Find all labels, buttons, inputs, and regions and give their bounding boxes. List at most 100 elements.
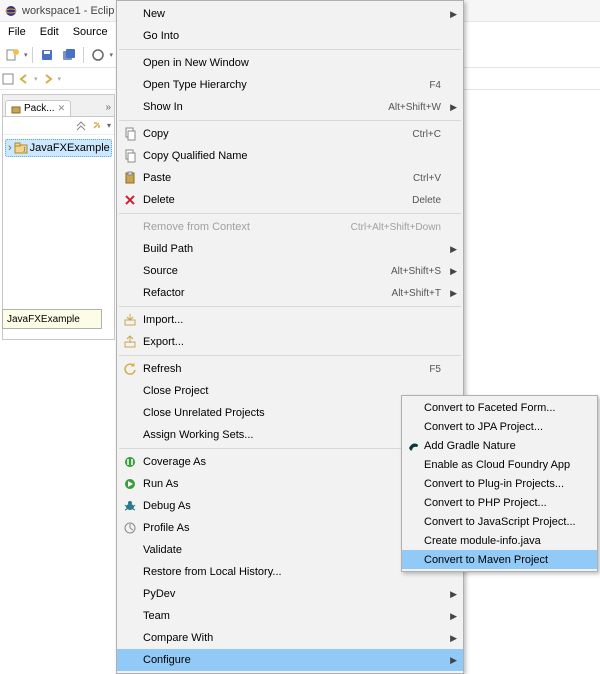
menu-item-label: Paste — [143, 172, 413, 184]
menu-item[interactable]: Copy Qualified Name — [117, 145, 463, 167]
menu-item[interactable]: Show InAlt+Shift+W▶ — [117, 96, 463, 118]
status-tooltip-text: JavaFXExample — [7, 314, 80, 325]
expander-icon[interactable]: › — [8, 142, 12, 154]
project-tree[interactable]: › J JavaFXExample — [3, 135, 114, 161]
menu-item[interactable]: New▶ — [117, 3, 463, 25]
submenu-item-label: Convert to Maven Project — [424, 554, 583, 566]
menu-edit[interactable]: Edit — [34, 24, 65, 40]
menu-item-label: Refactor — [143, 287, 392, 299]
collapse-all-icon[interactable] — [75, 120, 87, 132]
menu-item-shortcut: Alt+Shift+W — [388, 102, 441, 113]
menu-item[interactable]: Go Into — [117, 25, 463, 47]
blank-icon — [119, 3, 141, 25]
submenu-item[interactable]: Convert to PHP Project... — [402, 493, 597, 512]
import-icon — [119, 309, 141, 331]
menu-item[interactable]: Export... — [117, 331, 463, 353]
menu-item[interactable]: RefreshF5 — [117, 358, 463, 380]
close-tab-icon[interactable]: ✕ — [58, 103, 66, 114]
submenu-item[interactable]: Convert to Faceted Form... — [402, 398, 597, 417]
blank-icon — [119, 282, 141, 304]
menu-item[interactable]: SourceAlt+Shift+S▶ — [117, 260, 463, 282]
back-button[interactable] — [18, 73, 30, 85]
submenu-item-label: Convert to JavaScript Project... — [424, 516, 583, 528]
save-all-button[interactable] — [59, 45, 79, 65]
run-icon — [119, 473, 141, 495]
blank-icon — [119, 260, 141, 282]
status-tooltip: JavaFXExample — [2, 309, 102, 329]
submenu-item-label: Convert to Faceted Form... — [424, 402, 583, 414]
menu-item-shortcut: F4 — [429, 80, 441, 91]
new-button[interactable] — [2, 45, 22, 65]
menu-file[interactable]: File — [2, 24, 32, 40]
copy-icon — [119, 123, 141, 145]
package-explorer-view: Pack... ✕ » ▾ › J JavaFXExample — [2, 94, 115, 340]
menu-item[interactable]: Import... — [117, 309, 463, 331]
submenu-arrow-icon: ▶ — [450, 633, 457, 644]
view-menu-icon[interactable]: ▾ — [107, 121, 111, 130]
submenu-arrow-icon: ▶ — [450, 266, 457, 277]
switch-button[interactable] — [88, 45, 108, 65]
project-node[interactable]: › J JavaFXExample — [5, 139, 112, 157]
menu-item[interactable]: Configure▶ — [117, 649, 463, 671]
menu-source[interactable]: Source — [67, 24, 114, 40]
forward-button[interactable] — [42, 73, 54, 85]
menu-item-label: Debug As — [143, 500, 441, 512]
blank-icon — [119, 424, 141, 446]
menu-item-label: Restore from Local History... — [143, 566, 441, 578]
java-project-icon: J — [14, 141, 28, 155]
submenu-item[interactable]: Convert to JavaScript Project... — [402, 512, 597, 531]
menu-item-shortcut: Ctrl+Alt+Shift+Down — [351, 222, 441, 233]
eclipse-icon — [4, 4, 18, 18]
submenu-item[interactable]: Enable as Cloud Foundry App — [402, 455, 597, 474]
blank-icon — [119, 74, 141, 96]
submenu-arrow-icon: ▶ — [450, 244, 457, 255]
menu-item[interactable]: Open in New Window — [117, 52, 463, 74]
menu-item-label: Copy — [143, 128, 412, 140]
menu-item-label: Delete — [143, 194, 412, 206]
menu-separator — [119, 120, 461, 121]
submenu-item[interactable]: Convert to Maven Project — [402, 550, 597, 569]
submenu-item[interactable]: Convert to Plug-in Projects... — [402, 474, 597, 493]
submenu-item[interactable]: Convert to JPA Project... — [402, 417, 597, 436]
menu-separator — [119, 213, 461, 214]
toggle-button[interactable] — [2, 73, 14, 85]
menu-item-shortcut: Alt+Shift+T — [392, 288, 441, 299]
blank-icon — [119, 561, 141, 583]
blank-icon — [119, 627, 141, 649]
view-menu-chevron-icon[interactable]: » — [105, 102, 114, 116]
menu-item[interactable]: DeleteDelete — [117, 189, 463, 211]
menu-item[interactable]: CopyCtrl+C — [117, 123, 463, 145]
menu-item-label: Profile As — [143, 522, 441, 534]
package-explorer-tab[interactable]: Pack... ✕ — [5, 100, 71, 116]
menu-item-label: Compare With — [143, 632, 441, 644]
menu-item[interactable]: Team▶ — [117, 605, 463, 627]
submenu-item[interactable]: Add Gradle Nature — [402, 436, 597, 455]
menu-separator — [119, 306, 461, 307]
submenu-arrow-icon: ▶ — [450, 9, 457, 20]
submenu-item-label: Convert to Plug-in Projects... — [424, 478, 583, 490]
submenu-arrow-icon: ▶ — [450, 288, 457, 299]
menu-item-label: Import... — [143, 314, 441, 326]
menu-item[interactable]: PasteCtrl+V — [117, 167, 463, 189]
submenu-arrow-icon: ▶ — [450, 655, 457, 666]
blank-icon — [119, 380, 141, 402]
blank-icon — [119, 649, 141, 671]
menu-item-label: Export... — [143, 336, 441, 348]
blank-icon — [119, 605, 141, 627]
menu-item[interactable]: Open Type HierarchyF4 — [117, 74, 463, 96]
menu-item-label: Build Path — [143, 243, 441, 255]
paste-icon — [119, 167, 141, 189]
menu-item[interactable]: Build Path ▶ — [117, 238, 463, 260]
menu-item-label: Close Project — [143, 385, 441, 397]
menu-item-label: Refresh — [143, 363, 429, 375]
submenu-item[interactable]: Create module-info.java — [402, 531, 597, 550]
blank-icon — [404, 549, 424, 571]
menu-item[interactable]: RefactorAlt+Shift+T ▶ — [117, 282, 463, 304]
link-editor-icon[interactable] — [91, 120, 103, 132]
menu-item[interactable]: Compare With ▶ — [117, 627, 463, 649]
save-button[interactable] — [37, 45, 57, 65]
menu-item-shortcut: Alt+Shift+S — [391, 266, 441, 277]
debug-icon — [119, 495, 141, 517]
copy-icon — [119, 145, 141, 167]
menu-item[interactable]: PyDev▶ — [117, 583, 463, 605]
